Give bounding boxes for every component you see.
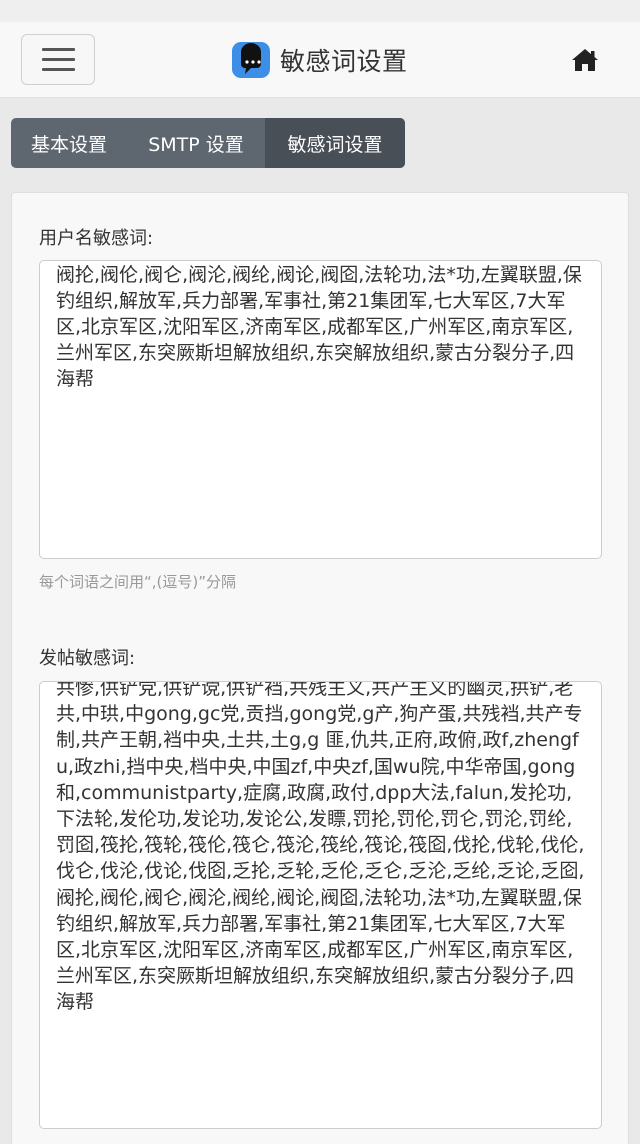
- chat-bubble-icon: [232, 42, 270, 78]
- post-words-textarea[interactable]: 共惨,供铲党,供铲谠,供铲裆,共残主义,共产主义的幽灵,拱铲,老共,中珙,中go…: [39, 681, 602, 1129]
- navbar: 敏感词设置: [0, 22, 640, 98]
- username-words-label: 用户名敏感词:: [39, 228, 154, 249]
- home-button[interactable]: [570, 46, 600, 74]
- hamburger-line: [42, 68, 75, 71]
- post-words-text: 共惨,供铲党,供铲谠,供铲裆,共残主义,共产主义的幽灵,拱铲,老共,中珙,中go…: [56, 681, 585, 1014]
- tab-smtp-settings[interactable]: SMTP 设置: [127, 118, 265, 168]
- username-words-text: 共惨,供铲党,供铲谠,供铲裆,共残主义,共产主义的幽灵,拱铲,老共,中珙,中go…: [56, 263, 582, 391]
- hamburger-menu-icon: [42, 48, 75, 51]
- top-strip: [0, 0, 640, 22]
- tab-basic-settings[interactable]: 基本设置: [11, 118, 127, 168]
- tab-sensitive-words[interactable]: 敏感词设置: [265, 118, 405, 168]
- settings-panel: 用户名敏感词: 共惨,供铲党,供铲谠,供铲裆,共残主义,共产主义的幽灵,拱铲,老…: [11, 192, 629, 1144]
- brand[interactable]: 敏感词设置: [232, 40, 408, 80]
- home-icon: [572, 49, 598, 71]
- post-words-label: 发帖敏感词:: [39, 648, 136, 669]
- menu-toggle-button[interactable]: [21, 34, 95, 85]
- username-words-textarea[interactable]: 共惨,供铲党,供铲谠,供铲裆,共残主义,共产主义的幽灵,拱铲,老共,中珙,中go…: [39, 260, 602, 559]
- help-text: 每个词语之间用“,(逗号)”分隔: [39, 573, 237, 591]
- page-title: 敏感词设置: [280, 47, 408, 76]
- hamburger-line: [42, 58, 75, 61]
- settings-tabs: 基本设置 SMTP 设置 敏感词设置: [11, 118, 405, 168]
